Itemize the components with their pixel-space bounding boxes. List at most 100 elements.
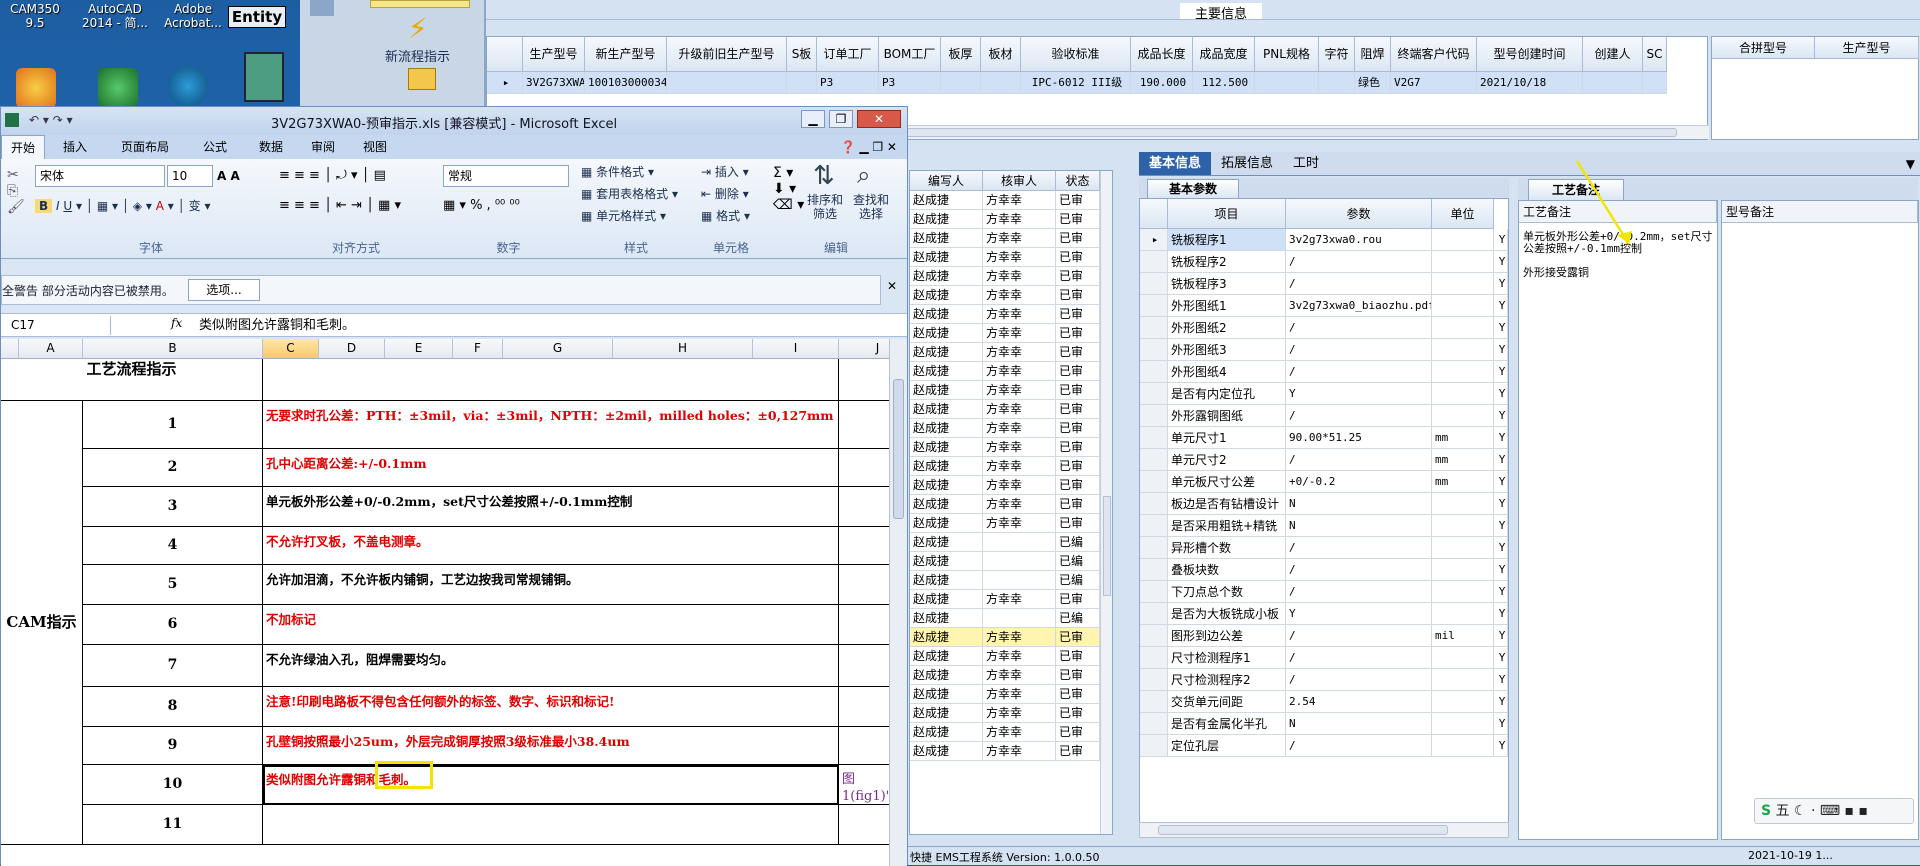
column-header[interactable]: B — [83, 339, 263, 359]
param-row[interactable]: 单元板尺寸公差 +0/-0.2 mm Y — [1140, 471, 1508, 493]
column-header[interactable]: J — [839, 339, 889, 359]
merge-col-production-model[interactable]: 生产型号 — [1815, 37, 1919, 59]
param-value[interactable]: +0/-0.2 — [1286, 471, 1432, 493]
quick-access-toolbar[interactable]: ↶ ▾ ↷ ▾ — [29, 113, 73, 127]
top-row-cell[interactable]: 190.000 — [1131, 72, 1193, 94]
instruction-cell[interactable]: 允许加泪滴，不允许板内铺铜，工艺边按我司常规铺铜。 — [263, 565, 839, 605]
param-value[interactable]: / — [1286, 339, 1432, 361]
top-col-header[interactable]: 创建人 — [1583, 37, 1643, 72]
top-row-cell[interactable] — [1583, 72, 1643, 94]
list-row[interactable]: 赵成捷 方幸幸 已审 — [910, 438, 1100, 457]
list-row[interactable]: 赵成捷 已编 — [910, 552, 1100, 571]
instruction-cell[interactable]: 单元板外形公差+0/-0.2mm，set尺寸公差按照+/-0.1mm控制 — [263, 487, 839, 527]
column-j-cell[interactable]: 图1(fig1)'!A — [839, 765, 889, 805]
param-value[interactable]: / — [1286, 669, 1432, 691]
tab-page-layout[interactable]: 页面布局 — [105, 135, 185, 159]
instruction-cell[interactable]: 类似附图允许露铜和毛刺。 — [263, 765, 839, 805]
top-col-header[interactable]: 升级前旧生产型号 — [667, 37, 787, 72]
record-list-vscroll-thumb[interactable] — [1103, 496, 1111, 596]
top-col-header[interactable]: 生产型号 — [523, 37, 585, 72]
param-row[interactable]: 尺寸检测程序1/ Y — [1140, 647, 1508, 669]
ime-toolbar[interactable]: S 五 ☾ · ⌨ ▪ ▪ — [1754, 798, 1914, 824]
top-col-header[interactable]: 订单工厂 — [817, 37, 879, 72]
list-row[interactable]: 赵成捷 方幸幸 已审 — [910, 647, 1100, 666]
format-as-table-button[interactable]: ▦ 套用表格格式 ▾ — [581, 185, 678, 202]
top-col-header[interactable]: 终端客户代码 — [1391, 37, 1477, 72]
param-row[interactable]: 是否有金属化半孔 N Y — [1140, 713, 1508, 735]
column-header[interactable]: D — [319, 339, 385, 359]
list-col-reviewer[interactable]: 核审人 — [983, 171, 1056, 191]
top-row-cell[interactable]: V2G7 — [1391, 72, 1477, 94]
param-value[interactable]: / — [1286, 449, 1432, 471]
restore-button[interactable]: ❐ — [829, 110, 853, 128]
param-row[interactable]: 图形到边公差 / mil Y — [1140, 625, 1508, 647]
tab-home[interactable]: 开始 — [1, 135, 45, 159]
param-row[interactable]: 铣板程序2/ Y — [1140, 251, 1508, 273]
list-col-status[interactable]: 状态 — [1056, 171, 1100, 191]
param-value[interactable]: Y — [1286, 383, 1432, 405]
list-row[interactable]: 赵成捷 方幸幸 已审 — [910, 590, 1100, 609]
param-row[interactable]: 铣板程序3/ Y — [1140, 273, 1508, 295]
close-security-bar-icon[interactable]: ✕ — [887, 279, 897, 293]
param-value[interactable]: 2.54 — [1286, 691, 1432, 713]
column-header[interactable]: A — [19, 339, 83, 359]
list-row[interactable]: 赵成捷 方幸幸 已审 — [910, 305, 1100, 324]
tab-review[interactable]: 审阅 — [297, 135, 349, 159]
desktop-icon-label-acrobat[interactable]: Adobe Acrobat... — [158, 2, 228, 30]
param-row[interactable]: 外形图纸2/ Y — [1140, 317, 1508, 339]
list-row[interactable]: 赵成捷 方幸幸 已审 — [910, 400, 1100, 419]
list-row[interactable]: 赵成捷 已编 — [910, 571, 1100, 590]
list-row[interactable]: 赵成捷 方幸幸 已审 — [910, 723, 1100, 742]
top-row-cell[interactable]: 绿色 — [1355, 72, 1391, 94]
param-row[interactable]: ▸ 铣板程序1 3v2g73xwa0.rou Y — [1140, 229, 1508, 251]
param-value[interactable]: / — [1286, 317, 1432, 339]
param-row[interactable]: 板边是否有钻槽设计 N Y — [1140, 493, 1508, 515]
param-row[interactable]: 下刀点总个数 / Y — [1140, 581, 1508, 603]
instruction-cell[interactable]: 孔壁铜按照最小25um，外层完成铜厚按照3级标准最小38.4um — [263, 727, 839, 765]
number-format-buttons[interactable]: ▦ ▾ % , ⁰⁰ ⁰⁰ — [443, 195, 569, 217]
column-header[interactable]: E — [385, 339, 453, 359]
top-row-cell[interactable]: 2021/10/18 — [1477, 72, 1583, 94]
font-grow-shrink-buttons[interactable]: A A — [217, 165, 257, 187]
column-header[interactable]: C — [263, 339, 319, 359]
param-value[interactable]: 3v2g73xwa0.rou — [1286, 229, 1432, 251]
param-row[interactable]: 外形露铜图纸 / Y — [1140, 405, 1508, 427]
instruction-cell[interactable]: 不允许绿油入孔，阻焊需要均匀。 — [263, 645, 839, 687]
font-format-buttons[interactable]: B I U ▾ │ ▦ ▾ │ ◈ ▾ A ▾ │ 变 ▾ — [35, 195, 265, 217]
param-row[interactable]: 单元尺寸1 90.00*51.25 mm Y — [1140, 427, 1508, 449]
param-value[interactable]: / — [1286, 537, 1432, 559]
list-row[interactable]: 赵成捷 方幸幸 已审 — [910, 248, 1100, 267]
font-size-select[interactable]: 10 — [167, 165, 213, 187]
top-row-cell[interactable]: 10010300003413 — [585, 72, 667, 94]
tab-basic-params[interactable]: 基本参数 — [1147, 179, 1239, 198]
top-col-header[interactable]: 新生产型号 — [585, 37, 667, 72]
top-col-header[interactable]: 板材 — [981, 37, 1021, 72]
instruction-cell[interactable] — [263, 805, 839, 845]
param-row[interactable]: 尺寸检测程序2/ Y — [1140, 669, 1508, 691]
main-info-grid-row[interactable]: ▸3V2G73XWA010010300003413 P3P3 IPC-6012 II… — [487, 72, 1667, 94]
param-value[interactable]: / — [1286, 625, 1432, 647]
desktop-icon-label-entity[interactable]: Entity — [228, 6, 286, 28]
param-value[interactable]: / — [1286, 251, 1432, 273]
instruction-cell[interactable]: 无要求时孔公差：PTH：±3mil，via：±3mil，NPTH：±2mil，m… — [263, 401, 839, 449]
top-col-header[interactable]: 板厚 — [941, 37, 981, 72]
param-row[interactable]: 外形图纸4/ Y — [1140, 361, 1508, 383]
list-row[interactable]: 赵成捷 方幸幸 已审 — [910, 704, 1100, 723]
list-row[interactable]: 赵成捷 方幸幸 已审 — [910, 381, 1100, 400]
conditional-format-button[interactable]: ▦ 条件格式 ▾ — [581, 163, 654, 180]
select-all-corner[interactable] — [1, 339, 19, 359]
top-col-header[interactable]: S板 — [787, 37, 817, 72]
tab-menu-chevron-icon[interactable]: ▼ — [1906, 152, 1920, 175]
top-col-header[interactable]: SC — [1643, 37, 1667, 72]
help-icon[interactable]: ❓ ▁ ❐ ✕ — [841, 135, 907, 159]
list-row[interactable]: 赵成捷 方幸幸 已审 — [910, 457, 1100, 476]
param-row[interactable]: 外形图纸1 3v2g73xwa0_biaozhu.pdf Y — [1140, 295, 1508, 317]
tab-formulas[interactable]: 公式 — [185, 135, 245, 159]
list-row[interactable]: 赵成捷 方幸幸 已审 — [910, 343, 1100, 362]
top-row-cell[interactable] — [1319, 72, 1355, 94]
list-row[interactable]: 赵成捷 方幸幸 已审 — [910, 495, 1100, 514]
param-col-value[interactable]: 参数 — [1286, 199, 1432, 229]
param-row[interactable]: 叠板块数 / Y — [1140, 559, 1508, 581]
list-row[interactable]: 赵成捷 方幸幸 已审 — [910, 210, 1100, 229]
top-row-cell[interactable]: P3 — [879, 72, 941, 94]
